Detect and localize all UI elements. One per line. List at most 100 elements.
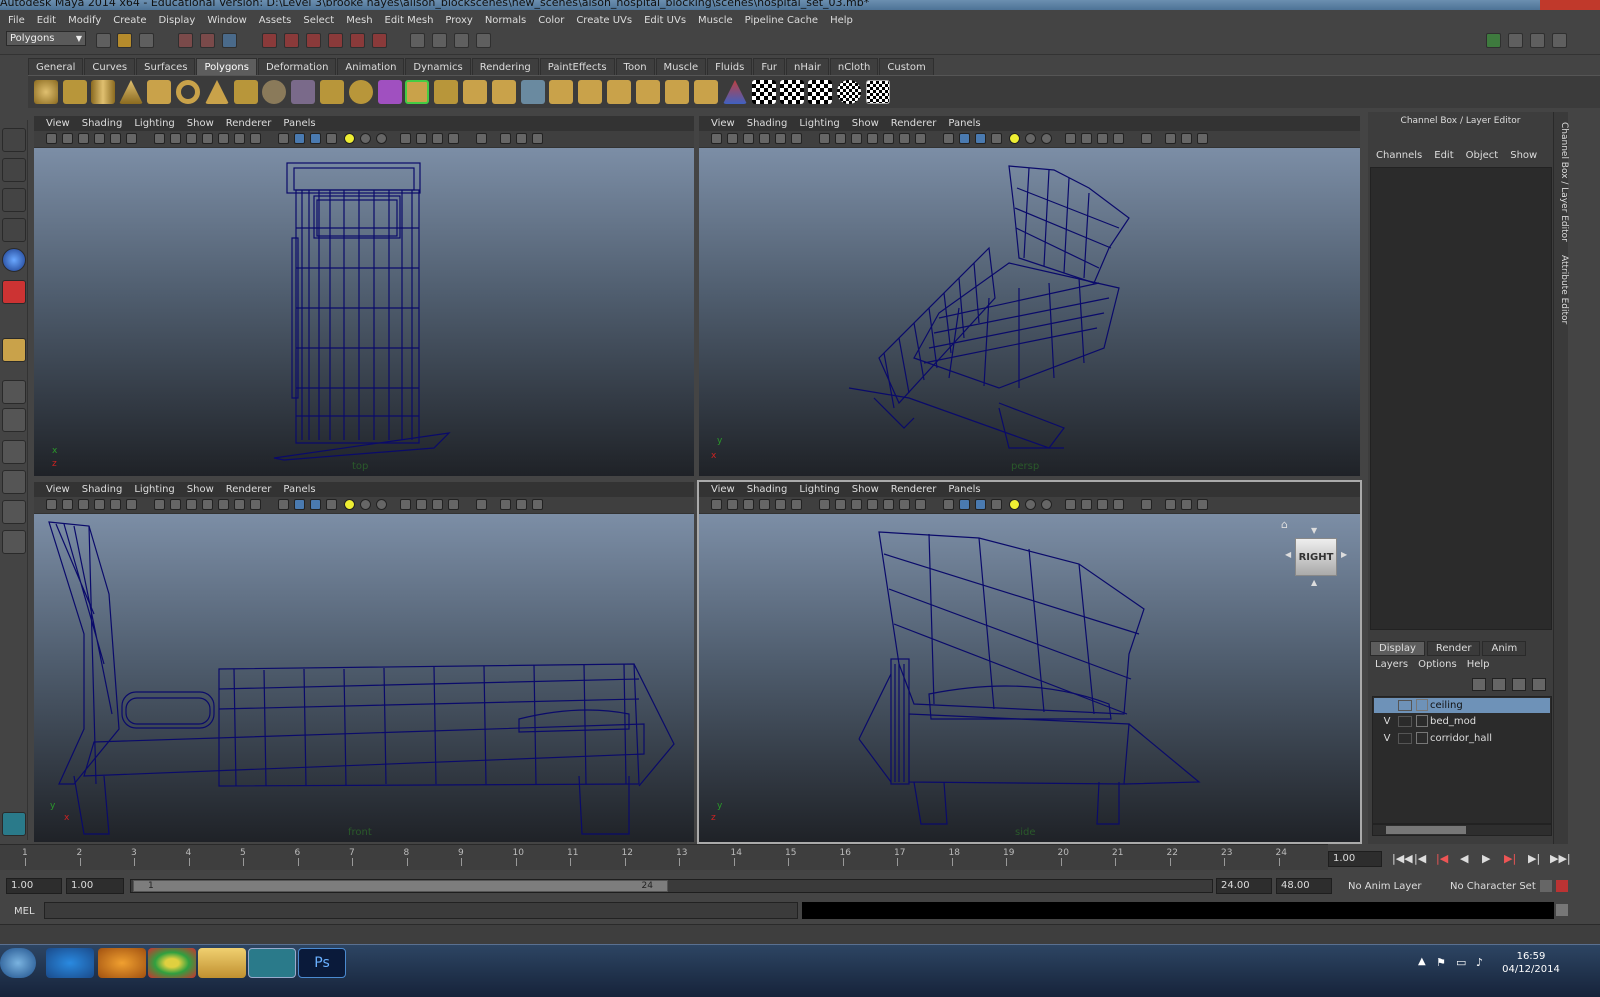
play-forwards-icon[interactable]: ▶ <box>1482 852 1490 865</box>
extrude-icon[interactable] <box>405 80 429 104</box>
resolution-gate-icon[interactable] <box>516 499 527 510</box>
shelf-tab-surfaces[interactable]: Surfaces <box>136 58 196 75</box>
textured-icon[interactable] <box>851 499 862 510</box>
panel-menu-view[interactable]: View <box>705 482 741 497</box>
isolate-select-icon[interactable] <box>1141 499 1152 510</box>
new-empty-layer-icon[interactable] <box>1512 678 1526 691</box>
maya-taskbar-icon[interactable] <box>248 948 296 978</box>
no-lights-icon[interactable] <box>1041 133 1052 144</box>
aa-icon[interactable] <box>1113 499 1124 510</box>
snap-point-icon[interactable] <box>306 33 321 48</box>
rotate-tool-icon[interactable] <box>2 248 26 272</box>
merge-icon[interactable] <box>607 80 631 104</box>
image-plane-icon[interactable] <box>94 133 105 144</box>
resolution-gate-icon[interactable] <box>516 133 527 144</box>
menu-edit-mesh[interactable]: Edit Mesh <box>379 15 440 26</box>
share-icon[interactable] <box>532 133 543 144</box>
no-lights-icon[interactable] <box>376 133 387 144</box>
menu-create[interactable]: Create <box>107 15 152 26</box>
shelf-tab-deformation[interactable]: Deformation <box>257 58 337 75</box>
menu-set-dropdown[interactable]: Polygons ▼ <box>6 31 86 46</box>
poly-soccer-ball-icon[interactable] <box>262 80 286 104</box>
shaded-cube-icon[interactable] <box>943 133 954 144</box>
menu-window[interactable]: Window <box>201 15 252 26</box>
layer-color-swatch[interactable] <box>1416 699 1428 711</box>
panel-menu-shading[interactable]: Shading <box>76 482 129 497</box>
isolate-select-icon[interactable] <box>1141 133 1152 144</box>
share-icon[interactable] <box>1197 133 1208 144</box>
textured-icon[interactable] <box>186 133 197 144</box>
viewcube[interactable]: RIGHT <box>1295 538 1337 576</box>
viewport-canvas[interactable]: x z top <box>34 148 694 476</box>
new-scene-icon[interactable] <box>96 33 111 48</box>
solid-cube-icon[interactable] <box>310 133 321 144</box>
textured-icon[interactable] <box>186 499 197 510</box>
insert-edge-loop-icon[interactable] <box>521 80 545 104</box>
layer-display-type[interactable] <box>1398 716 1412 727</box>
panel-menu-show[interactable]: Show <box>846 116 885 131</box>
ssao-icon[interactable] <box>1081 499 1092 510</box>
anim-layer-dropdown[interactable]: No Anim Layer <box>1348 881 1422 892</box>
bridge-icon[interactable] <box>434 80 458 104</box>
aa-icon[interactable] <box>448 133 459 144</box>
automatic-mapping-icon[interactable] <box>866 80 890 104</box>
panel-menu-panels[interactable]: Panels <box>942 116 986 131</box>
panel-menu-panels[interactable]: Panels <box>277 116 321 131</box>
xray-icon[interactable] <box>899 499 910 510</box>
panel-menu-view[interactable]: View <box>40 482 76 497</box>
wedge-icon[interactable] <box>665 80 689 104</box>
panel-menu-lighting[interactable]: Lighting <box>793 482 845 497</box>
layer-display-type[interactable] <box>1398 733 1412 744</box>
save-scene-icon[interactable] <box>139 33 154 48</box>
select-hierarchy-icon[interactable] <box>178 33 193 48</box>
paint-select-tool-icon[interactable] <box>2 188 26 212</box>
panel-menu-shading[interactable]: Shading <box>741 116 794 131</box>
default-light-icon[interactable] <box>344 499 355 510</box>
image-plane-icon[interactable] <box>94 499 105 510</box>
menu-proxy[interactable]: Proxy <box>439 15 478 26</box>
script-editor-icon[interactable] <box>1556 904 1568 916</box>
range-slider-handle[interactable]: 1 24 <box>133 880 668 892</box>
menu-mesh[interactable]: Mesh <box>340 15 378 26</box>
uv-editor-icon[interactable] <box>752 80 776 104</box>
character-set-dropdown[interactable]: No Character Set <box>1450 881 1536 892</box>
show-tool-settings-icon[interactable] <box>1530 33 1545 48</box>
poly-pipe-icon[interactable] <box>234 80 258 104</box>
lasso-tool-icon[interactable] <box>2 158 26 182</box>
panel-menu-view[interactable]: View <box>705 116 741 131</box>
no-lights-icon[interactable] <box>376 499 387 510</box>
step-back-key-icon[interactable]: |◀ <box>1436 852 1448 865</box>
viewport-canvas[interactable]: y x persp <box>699 148 1360 476</box>
menu-normals[interactable]: Normals <box>479 15 532 26</box>
viewport-canvas[interactable]: y z RIGHT ⌂ ◀ ▶ ▲ ▼ side <box>699 514 1360 842</box>
isolate-select-icon[interactable] <box>476 133 487 144</box>
shelf-tab-muscle[interactable]: Muscle <box>655 58 707 75</box>
poly-torus-icon[interactable] <box>176 80 200 104</box>
shadows-icon[interactable] <box>218 133 229 144</box>
ssao-icon[interactable] <box>416 133 427 144</box>
go-to-start-icon[interactable]: |◀◀ <box>1392 852 1413 865</box>
layer-row[interactable]: V corridor_hall <box>1374 731 1550 746</box>
lights-icon[interactable] <box>202 133 213 144</box>
menu-file[interactable]: File <box>2 15 31 26</box>
xray-joints-icon[interactable] <box>1165 499 1176 510</box>
command-input[interactable] <box>44 902 798 919</box>
persp-outliner-layout-icon[interactable] <box>2 440 26 464</box>
shelf-tab-fur[interactable]: Fur <box>753 58 786 75</box>
playback-start-field[interactable]: 1.00 <box>66 878 124 894</box>
viewport-persp[interactable]: View Shading Lighting Show Renderer Pane… <box>699 116 1360 476</box>
hud-icon[interactable] <box>1065 133 1076 144</box>
wireframe-icon[interactable] <box>154 499 165 510</box>
viewcube-down-arrow-icon[interactable]: ▲ <box>1311 578 1317 587</box>
isolate-icon[interactable] <box>250 499 261 510</box>
menu-create-uvs[interactable]: Create UVs <box>570 15 638 26</box>
volume-icon[interactable]: ♪ <box>1476 956 1483 969</box>
film-gate-icon[interactable] <box>791 133 802 144</box>
all-lights-icon[interactable] <box>360 499 371 510</box>
motion-blur-icon[interactable] <box>1097 499 1108 510</box>
combine-icon[interactable] <box>291 80 315 104</box>
layer-color-swatch[interactable] <box>1416 715 1428 727</box>
shadows-icon[interactable] <box>218 499 229 510</box>
playback-end-field[interactable]: 24.00 <box>1216 878 1272 894</box>
poke-icon[interactable] <box>694 80 718 104</box>
